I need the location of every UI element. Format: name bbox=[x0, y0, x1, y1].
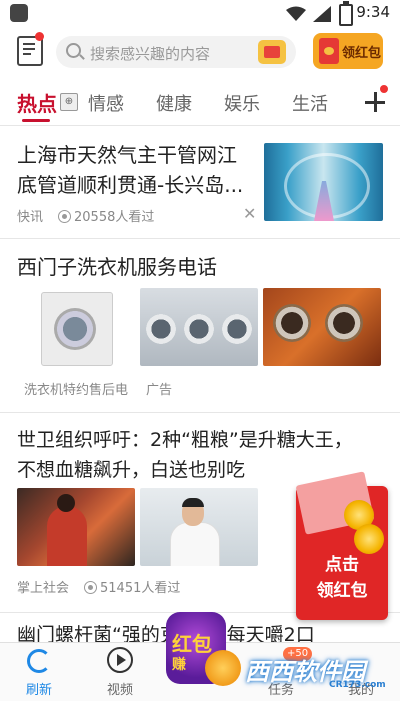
floating-promo-line-2: 领红包 bbox=[316, 581, 368, 601]
active-tab-indicator bbox=[22, 119, 50, 122]
video-icon[interactable] bbox=[107, 647, 133, 673]
ad-image-2 bbox=[140, 288, 258, 366]
tab-entertainment[interactable]: 娱乐 bbox=[224, 90, 260, 116]
ad-image-1 bbox=[17, 288, 135, 366]
tab-emotion[interactable]: 情感 bbox=[88, 90, 124, 116]
nav-refresh-label[interactable]: 刷新 bbox=[26, 679, 52, 698]
article-title-line-1: 世卫组织呼吁：2种“粗粮”是升糖大王， bbox=[17, 429, 353, 451]
article-source: 快讯 bbox=[17, 210, 44, 225]
tab-life[interactable]: 生活 bbox=[292, 90, 328, 116]
views-icon bbox=[58, 210, 71, 223]
gift-icon[interactable] bbox=[258, 40, 286, 64]
notification-dot bbox=[35, 32, 44, 41]
red-packet-label: 领红包 bbox=[342, 46, 382, 61]
watermark-logo-icon bbox=[205, 650, 241, 686]
hot-refresh-icon[interactable]: ⊕ bbox=[60, 93, 78, 111]
signal-icon bbox=[313, 6, 331, 22]
floating-promo-line-1: 点击 bbox=[325, 555, 359, 575]
promo-badge-line-2: 赚 bbox=[172, 657, 186, 673]
article-title-line-2: 底管道顺利贯通-长兴岛... bbox=[17, 173, 244, 197]
channel-dot bbox=[380, 85, 388, 93]
wifi-icon bbox=[286, 6, 306, 21]
article-title-line-1: 上海市天然气主干管网江 bbox=[17, 143, 237, 167]
article-image-2 bbox=[140, 488, 258, 566]
site-watermark: 西西软件园 CR173.com bbox=[205, 644, 386, 692]
tab-hot[interactable]: 热点 bbox=[17, 88, 57, 117]
article-views: 51451人看过 bbox=[84, 577, 180, 596]
status-time: 9:34 bbox=[356, 3, 390, 21]
refresh-icon[interactable] bbox=[27, 649, 51, 673]
app-header: 搜索感兴趣的内容 领红包 bbox=[0, 28, 400, 80]
views-icon bbox=[84, 581, 97, 594]
nav-video-label[interactable]: 视频 bbox=[107, 679, 133, 698]
search-placeholder: 搜索感兴趣的内容 bbox=[90, 45, 211, 63]
battery-icon bbox=[339, 1, 353, 26]
ad-source: 洗衣机特约售后电 bbox=[24, 383, 129, 398]
tab-health[interactable]: 健康 bbox=[156, 90, 192, 116]
red-envelope-icon bbox=[319, 38, 339, 64]
article-image-1 bbox=[17, 488, 135, 566]
ad-image-3 bbox=[263, 288, 381, 366]
add-channel-icon[interactable] bbox=[363, 90, 387, 114]
category-tabs: 热点 ⊕ 情感 健康 娱乐 生活 bbox=[0, 80, 400, 124]
watermark-url: CR173.com bbox=[329, 680, 386, 690]
article-views: 20558人看过 bbox=[58, 206, 154, 225]
search-icon bbox=[66, 43, 81, 58]
article-title-line-2: 不想血糖飙升，白送也别吃 bbox=[17, 459, 246, 481]
article-thumbnail bbox=[264, 143, 383, 221]
search-bar[interactable]: 搜索感兴趣的内容 bbox=[56, 36, 296, 68]
article-source: 掌上社会 bbox=[17, 581, 70, 596]
notification-icon bbox=[10, 4, 28, 22]
red-packet-button[interactable]: 领红包 bbox=[313, 33, 383, 69]
status-bar: 9:34 bbox=[0, 0, 400, 28]
dismiss-icon[interactable]: ✕ bbox=[243, 204, 256, 223]
floating-red-packet[interactable]: 点击 领红包 bbox=[295, 471, 388, 620]
ad-label: 广告 bbox=[146, 383, 173, 398]
ad-title: 西门子洗衣机服务电话 bbox=[17, 255, 217, 279]
